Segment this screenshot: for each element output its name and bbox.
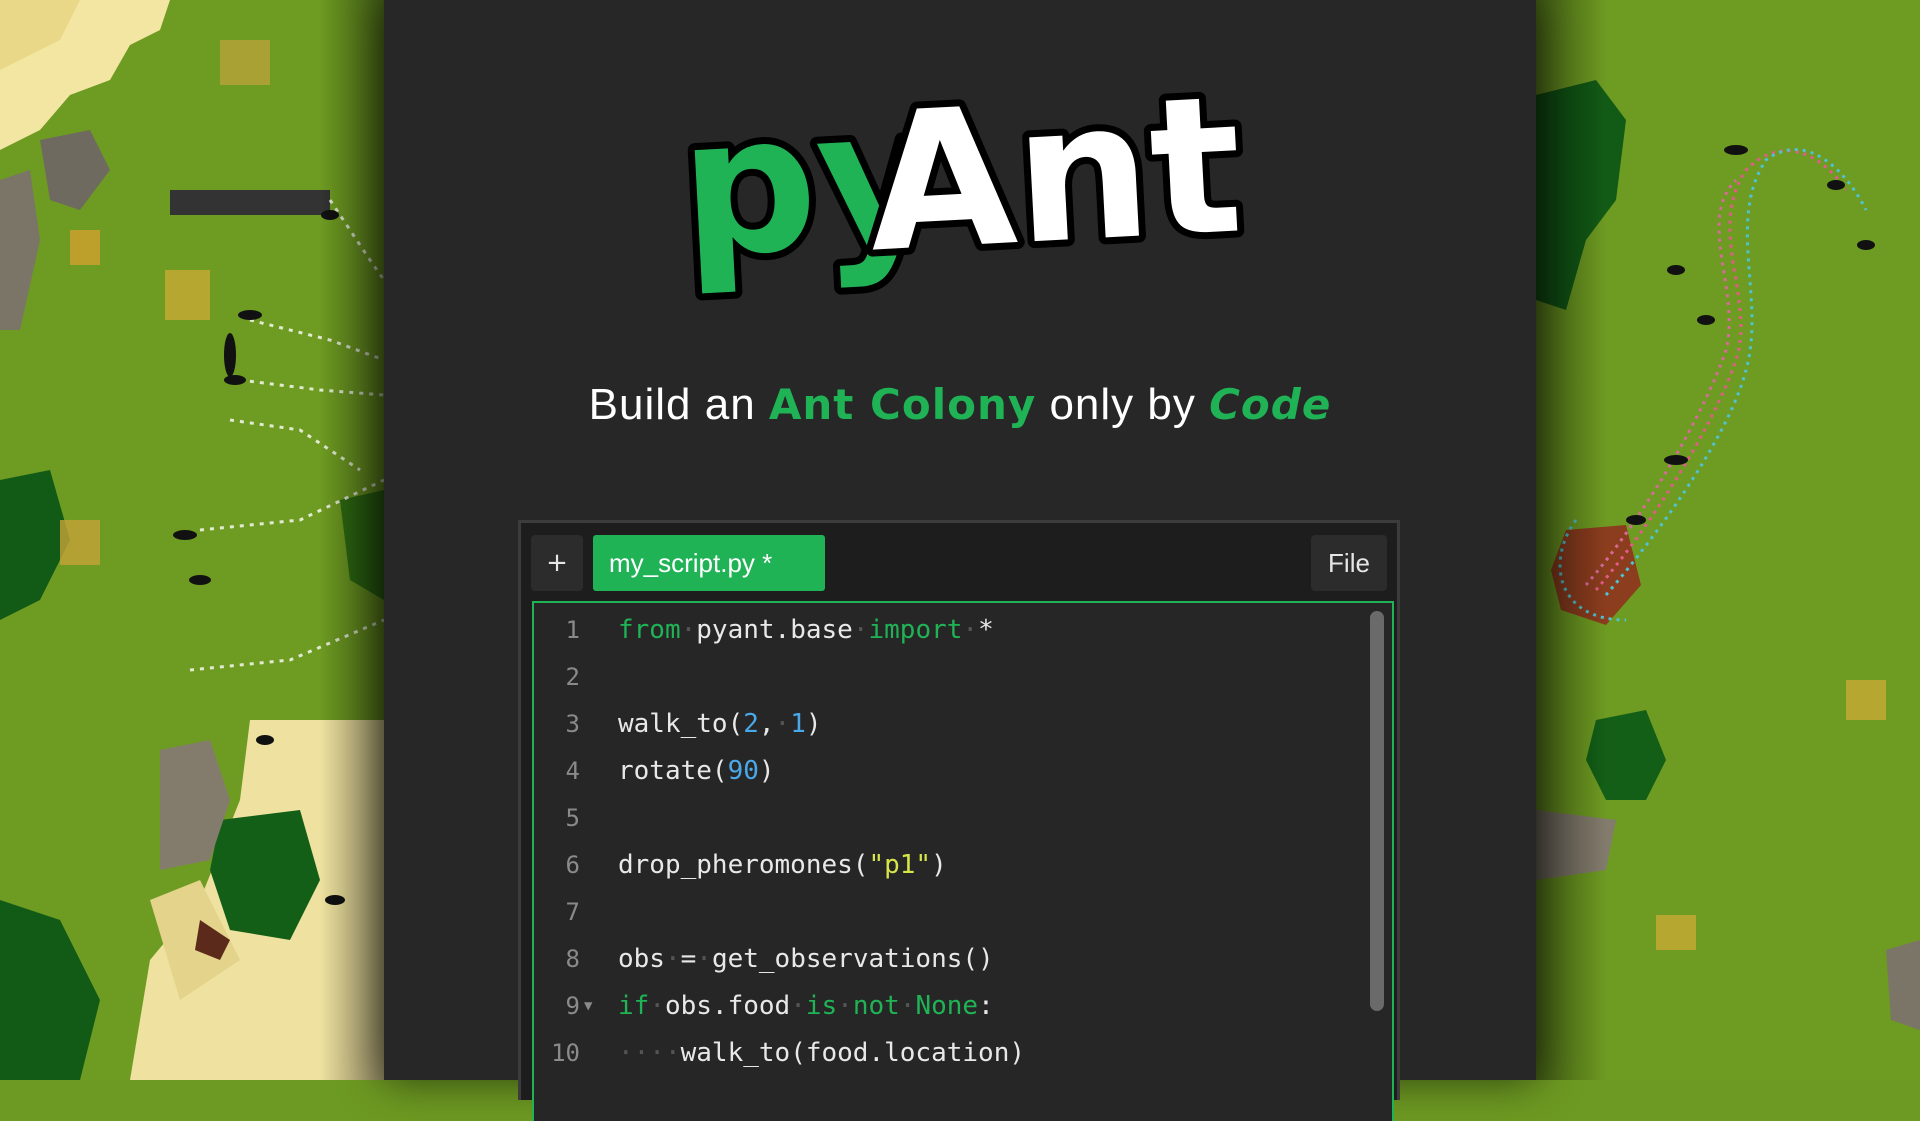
code-token: * xyxy=(978,615,994,645)
line-number: 3 xyxy=(565,710,580,738)
code-token: walk_to( xyxy=(618,709,744,739)
code-token: · xyxy=(680,615,697,645)
line-number: 1 xyxy=(565,616,580,644)
code-token: · xyxy=(696,944,712,974)
code-token: ) xyxy=(758,756,775,786)
code-token: not xyxy=(852,991,900,1021)
code-token: drop_pheromones( xyxy=(618,850,869,880)
code-line[interactable]: 9 ▼ if·obs.food·is·not·None: xyxy=(534,983,1392,1030)
code-line[interactable]: 5 xyxy=(534,795,1392,842)
logo-ant: Ant xyxy=(863,70,1247,295)
code-area[interactable]: 1 from·pyant.base·import·* 2 3 walk_to(2,·1)… xyxy=(532,601,1394,1121)
code-line[interactable]: 3 walk_to(2,·1) xyxy=(534,701,1392,748)
code-token: None xyxy=(915,991,979,1021)
right-edge-shadow xyxy=(1536,0,1606,1080)
code-token: pyant.base xyxy=(696,615,853,645)
code-token: · xyxy=(899,991,916,1021)
code-token: get_observations() xyxy=(711,944,994,974)
file-menu-button[interactable]: File xyxy=(1311,535,1387,591)
code-line[interactable]: 1 from·pyant.base·import·* xyxy=(534,607,1392,654)
code-token: 2 xyxy=(743,709,759,739)
code-token: · xyxy=(837,991,853,1021)
tagline-mid: only by xyxy=(1036,380,1210,429)
line-number: 6 xyxy=(565,851,580,879)
code-token: ) xyxy=(931,850,947,880)
code-token: = xyxy=(680,944,697,974)
code-token: "p1" xyxy=(868,850,932,880)
code-token: : xyxy=(978,991,994,1021)
add-tab-button[interactable]: + xyxy=(531,535,583,591)
code-line[interactable]: 6 drop_pheromones("p1") xyxy=(534,842,1392,889)
editor-tab-bar: + my_script.py * File xyxy=(521,523,1397,595)
code-token: , xyxy=(758,709,775,739)
code-token: · xyxy=(790,991,806,1021)
code-token: is xyxy=(805,991,838,1021)
line-number: 4 xyxy=(565,757,580,785)
center-panel: py Ant Build an Ant Colony only by Code … xyxy=(384,0,1536,1121)
code-token: · xyxy=(962,615,979,645)
code-text: rotate(90) xyxy=(618,748,775,795)
code-token: ···· xyxy=(618,1038,681,1068)
code-token: import xyxy=(868,615,963,645)
code-line[interactable]: 10 ····walk_to(food.location) xyxy=(534,1030,1392,1077)
code-text: ····walk_to(food.location) xyxy=(618,1030,1025,1077)
code-token: walk_to(food.location) xyxy=(680,1038,1025,1068)
code-token: · xyxy=(664,944,681,974)
code-token: obs xyxy=(618,944,665,974)
code-token: if xyxy=(618,991,650,1021)
code-line[interactable]: 2 xyxy=(534,654,1392,701)
line-number: 2 xyxy=(565,663,580,691)
code-token: · xyxy=(774,709,791,739)
tab-my-script[interactable]: my_script.py * xyxy=(593,535,825,591)
tagline-highlight-code: Code xyxy=(1209,380,1332,429)
code-token: 90 xyxy=(727,756,759,786)
code-token: · xyxy=(852,615,869,645)
code-text: obs·=·get_observations() xyxy=(618,936,994,983)
code-line[interactable]: 4 rotate(90) xyxy=(534,748,1392,795)
line-number: 5 xyxy=(565,804,580,832)
code-text: from·pyant.base·import·* xyxy=(618,607,994,654)
tagline-highlight-ant-colony: Ant Colony xyxy=(768,380,1037,429)
line-number: 10 xyxy=(551,1039,580,1067)
line-number: 9 xyxy=(565,992,580,1020)
tagline: Build an Ant Colony only by Code xyxy=(384,380,1536,430)
code-text: drop_pheromones("p1") xyxy=(618,842,947,889)
code-text: walk_to(2,·1) xyxy=(618,701,822,748)
code-token: rotate( xyxy=(618,756,728,786)
code-token: 1 xyxy=(790,709,806,739)
tagline-pre: Build an xyxy=(588,380,769,429)
pyant-logo: py Ant xyxy=(674,70,1254,307)
left-edge-shadow xyxy=(320,0,384,1080)
code-line[interactable]: 7 xyxy=(534,889,1392,936)
code-token: ) xyxy=(805,709,822,739)
code-token: obs.food xyxy=(664,991,791,1021)
code-token: from xyxy=(618,615,681,645)
line-number: 7 xyxy=(565,898,580,926)
code-editor: + my_script.py * File 1 from·pyant.base·i… xyxy=(518,520,1400,1121)
code-token: · xyxy=(649,991,665,1021)
code-text: if·obs.food·is·not·None: xyxy=(618,983,994,1030)
line-number: 8 xyxy=(565,945,580,973)
code-line[interactable]: 8 obs·=·get_observations() xyxy=(534,936,1392,983)
fold-toggle-icon[interactable]: ▼ xyxy=(584,983,592,1030)
